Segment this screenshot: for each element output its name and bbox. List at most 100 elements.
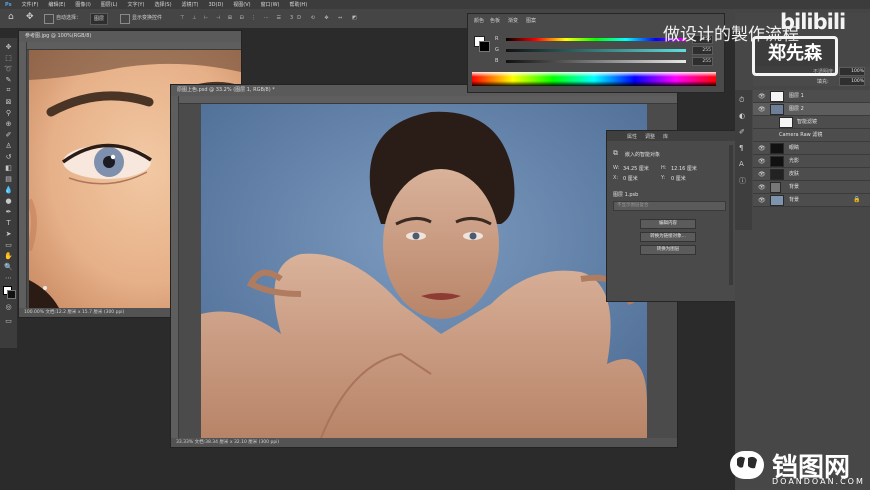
layer-name[interactable]: 背景: [789, 194, 799, 206]
menu-3d[interactable]: 3D(D): [204, 2, 229, 8]
screen-mode-icon[interactable]: ▭: [3, 316, 14, 325]
home-icon[interactable]: ⌂: [8, 13, 14, 23]
move-tool-icon[interactable]: ✥: [3, 42, 14, 51]
h-value[interactable]: 12.16 厘米: [671, 165, 697, 172]
layer-name[interactable]: 皮肤: [789, 168, 799, 180]
layer-row[interactable]: Camera Raw 滤镜: [753, 129, 870, 142]
horizontal-ruler[interactable]: [19, 42, 241, 50]
shape-tool-icon[interactable]: ▭: [3, 240, 14, 249]
fill-value[interactable]: 100%: [839, 77, 865, 86]
eraser-tool-icon[interactable]: ◧: [3, 163, 14, 172]
properties-scrollbar[interactable]: [729, 145, 733, 285]
layer-row[interactable]: 智能滤镜: [753, 116, 870, 129]
red-slider[interactable]: [506, 38, 686, 41]
tab-color[interactable]: 颜色: [474, 17, 484, 24]
visibility-eye-icon[interactable]: 👁: [758, 145, 766, 152]
adjustments-panel-icon[interactable]: ◐: [739, 112, 745, 120]
main-document-window[interactable]: 原图上色.psd @ 33.2% (图层 1, RGB/8) * 33.33% …: [170, 84, 678, 448]
background-color-swatch[interactable]: [479, 41, 490, 52]
frame-tool-icon[interactable]: ⊠: [3, 97, 14, 106]
auto-select-dropdown[interactable]: 图层: [90, 13, 109, 25]
layer-comp-dropdown[interactable]: 不显示图层复合: [613, 201, 726, 211]
crop-tool-icon[interactable]: ⌗: [3, 86, 14, 95]
convert-to-layers-button[interactable]: 转换为图层: [640, 245, 696, 255]
app-logo-icon[interactable]: Ps: [0, 2, 17, 8]
lasso-tool-icon[interactable]: ➰: [3, 64, 14, 73]
menu-filter[interactable]: 滤镜(T): [177, 1, 204, 8]
layer-row[interactable]: 👁 眼睛: [753, 142, 870, 155]
visibility-eye-icon[interactable]: 👁: [758, 106, 766, 113]
eyedropper-tool-icon[interactable]: ⚲: [3, 108, 14, 117]
quick-select-tool-icon[interactable]: ✎: [3, 75, 14, 84]
healing-brush-tool-icon[interactable]: ⊕: [3, 119, 14, 128]
more-tools-icon[interactable]: ⋯: [3, 273, 14, 282]
info-panel-icon[interactable]: ⓘ: [739, 176, 746, 186]
reference-document-tab[interactable]: 参考图.jpg @ 100%(RGB/8): [19, 31, 241, 42]
tab-properties[interactable]: 属性: [627, 133, 637, 140]
green-slider[interactable]: [506, 49, 686, 52]
w-value[interactable]: 34.25 厘米: [623, 165, 649, 172]
menu-layer[interactable]: 图层(L): [96, 1, 123, 8]
y-value[interactable]: 0 厘米: [671, 175, 686, 182]
paragraph-panel-icon[interactable]: ¶: [739, 144, 743, 152]
brush-panel-icon[interactable]: ✐: [739, 128, 745, 136]
layer-name[interactable]: 光影: [789, 155, 799, 167]
visibility-eye-icon[interactable]: 👁: [758, 171, 766, 178]
visibility-eye-icon[interactable]: 👁: [758, 158, 766, 165]
menu-image[interactable]: 图像(I): [70, 1, 95, 8]
menu-file[interactable]: 文件(F): [17, 1, 44, 8]
menu-window[interactable]: 窗口(W): [256, 1, 285, 8]
tab-patterns[interactable]: 图案: [526, 17, 536, 24]
path-select-tool-icon[interactable]: ➤: [3, 229, 14, 238]
tab-libraries[interactable]: 库: [663, 133, 668, 140]
clone-stamp-tool-icon[interactable]: ♙: [3, 141, 14, 150]
lock-icon[interactable]: 🔒: [853, 196, 860, 203]
menu-edit[interactable]: 编辑(E): [43, 1, 70, 8]
marquee-tool-icon[interactable]: ⬚: [3, 53, 14, 62]
auto-select-checkbox[interactable]: [44, 14, 54, 24]
tab-adjustments[interactable]: 调整: [645, 133, 655, 140]
main-horizontal-ruler[interactable]: [171, 96, 677, 104]
blue-value[interactable]: 255: [692, 57, 713, 66]
visibility-eye-icon[interactable]: 👁: [758, 93, 766, 100]
layer-row[interactable]: 👁 图层 1: [753, 90, 870, 103]
align-icons[interactable]: ⊤ ⊥ ⊢ ⊣ ⊞ ⊟ ⋮ ⋯ ☰: [180, 13, 284, 23]
menu-view[interactable]: 视图(V): [228, 1, 255, 8]
layer-row-selected[interactable]: 👁 图层 2: [753, 103, 870, 116]
x-value[interactable]: 0 厘米: [623, 175, 638, 182]
quick-mask-icon[interactable]: ◎: [3, 302, 14, 311]
type-tool-icon[interactable]: T: [3, 218, 14, 227]
tab-swatches[interactable]: 色板: [490, 17, 500, 24]
3d-mode-icons[interactable]: 3D ⟲ ✥ ⇔ ◩: [290, 13, 361, 23]
convert-to-linked-button[interactable]: 转换为链接对象...: [640, 232, 696, 242]
visibility-eye-icon[interactable]: 👁: [758, 197, 766, 204]
character-panel-icon[interactable]: A: [739, 160, 744, 168]
menu-help[interactable]: 帮助(H): [284, 1, 312, 8]
layer-name[interactable]: 眼睛: [789, 142, 799, 154]
move-tool-icon[interactable]: ✥: [26, 13, 34, 23]
menu-select[interactable]: 选择(S): [149, 1, 176, 8]
tab-gradients[interactable]: 渐变: [508, 17, 518, 24]
dodge-tool-icon[interactable]: ●: [3, 196, 14, 205]
gradient-tool-icon[interactable]: ▤: [3, 174, 14, 183]
layer-row[interactable]: 👁 背景 🔒: [753, 194, 870, 207]
main-canvas[interactable]: [201, 104, 647, 438]
layer-name[interactable]: 图层 1: [789, 90, 804, 102]
menu-type[interactable]: 文字(Y): [122, 1, 149, 8]
history-brush-tool-icon[interactable]: ↺: [3, 152, 14, 161]
color-swatches-icon[interactable]: [3, 286, 16, 299]
opacity-value[interactable]: 100%: [839, 67, 865, 76]
green-value[interactable]: 255: [692, 46, 713, 55]
layer-name[interactable]: Camera Raw 滤镜: [779, 129, 822, 141]
brush-tool-icon[interactable]: ✐: [3, 130, 14, 139]
show-transform-checkbox[interactable]: [120, 14, 130, 24]
vertical-ruler[interactable]: [19, 42, 27, 308]
layer-row[interactable]: 👁 皮肤: [753, 168, 870, 181]
main-vertical-ruler[interactable]: [171, 96, 179, 438]
layer-name[interactable]: 智能滤镜: [797, 116, 817, 128]
zoom-tool-icon[interactable]: 🔍: [3, 262, 14, 271]
color-spectrum-bar[interactable]: [472, 72, 716, 86]
blur-tool-icon[interactable]: 💧: [3, 185, 14, 194]
history-panel-icon[interactable]: ⏱: [739, 96, 744, 105]
visibility-eye-icon[interactable]: 👁: [758, 184, 766, 191]
